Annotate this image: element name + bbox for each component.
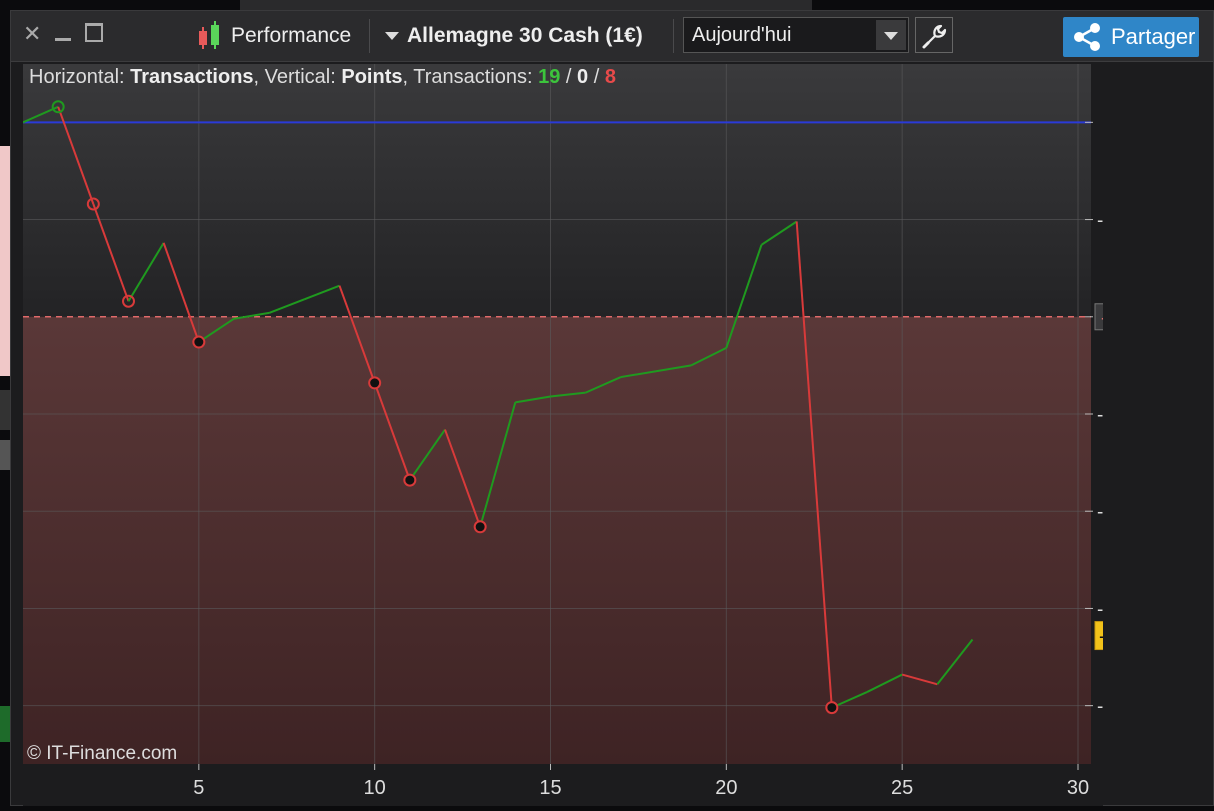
share-button[interactable]: Partager: [1063, 17, 1199, 57]
window-toolbar: ✕ Performance Allemagne 30 Cash (1€) Auj…: [11, 11, 1213, 62]
performance-chart[interactable]: 0 -5 -15 -20 -25 -30 -10 -26,6 5 10 15 20 25 30: [22, 64, 1150, 806]
x-tick-label: 5: [193, 777, 204, 799]
settings-button[interactable]: [915, 17, 953, 53]
period-value: Aujourd'hui: [692, 24, 792, 46]
trade-marker: [192, 335, 206, 349]
x-tick-label: 25: [891, 777, 913, 799]
chart-svg: 0 -5 -15 -20 -25 -30 -10 -26,6 5 10 15 20 25 30: [22, 64, 1150, 806]
neutral-count: 0: [577, 66, 589, 88]
y-axis-panel: [1091, 64, 1103, 806]
losses-count: 8: [604, 66, 616, 88]
toolbar-divider: [369, 19, 370, 53]
chevron-down-icon: [385, 32, 399, 40]
y-tick-label: -25: [1097, 599, 1103, 620]
maximize-icon[interactable]: [85, 23, 103, 42]
chart-loss-zone: [23, 316, 1091, 764]
trade-marker: [403, 473, 417, 487]
performance-window: ✕ Performance Allemagne 30 Cash (1€) Auj…: [10, 10, 1214, 806]
chart-upper-zone: [23, 64, 1091, 317]
wins-count: 19: [538, 66, 561, 88]
x-tick-label: 30: [1067, 777, 1089, 799]
minimize-icon[interactable]: [55, 25, 71, 41]
trade-marker: [825, 701, 839, 715]
period-select[interactable]: Aujourd'hui: [683, 17, 909, 53]
y-tick-label: -5: [1097, 211, 1103, 232]
x-tick-label: 20: [715, 777, 737, 799]
x-tick-label: 10: [364, 777, 386, 799]
share-label: Partager: [1111, 24, 1196, 49]
x-tick-label: 15: [539, 777, 561, 799]
slash-separator: /: [560, 66, 578, 88]
share-icon: [1074, 23, 1100, 51]
close-icon[interactable]: ✕: [23, 23, 41, 45]
y-tick-label: -30: [1097, 697, 1103, 718]
candlestick-icon: [195, 21, 225, 51]
toolbar-divider: [673, 19, 674, 53]
slash-separator: /: [588, 66, 605, 88]
instrument-label: Allemagne 30 Cash (1€): [407, 24, 643, 47]
copyright-text: © IT-Finance.com: [27, 743, 178, 764]
instrument-selector[interactable]: Allemagne 30 Cash (1€): [385, 19, 643, 53]
transactions-prefix: , Transactions:: [402, 66, 539, 88]
y-tick-label: -20: [1097, 502, 1103, 523]
wrench-icon: [922, 24, 947, 49]
horizontal-prefix: Horizontal:: [29, 66, 131, 88]
performance-button[interactable]: Performance: [195, 19, 351, 53]
dropdown-arrow-icon[interactable]: [876, 20, 906, 50]
horizontal-value: Transactions: [130, 66, 254, 88]
y-tick-label: -15: [1097, 405, 1103, 426]
performance-label: Performance: [231, 24, 352, 47]
vertical-value: Points: [341, 66, 403, 88]
threshold-label: -10: [1101, 308, 1103, 329]
chart-info-line: Horizontal: Transactions, Vertical: Poin…: [29, 66, 616, 89]
vertical-prefix: , Vertical:: [253, 66, 342, 88]
trade-marker: [368, 376, 382, 390]
last-value-label: -26,6: [1099, 627, 1103, 648]
trade-marker: [473, 520, 487, 534]
